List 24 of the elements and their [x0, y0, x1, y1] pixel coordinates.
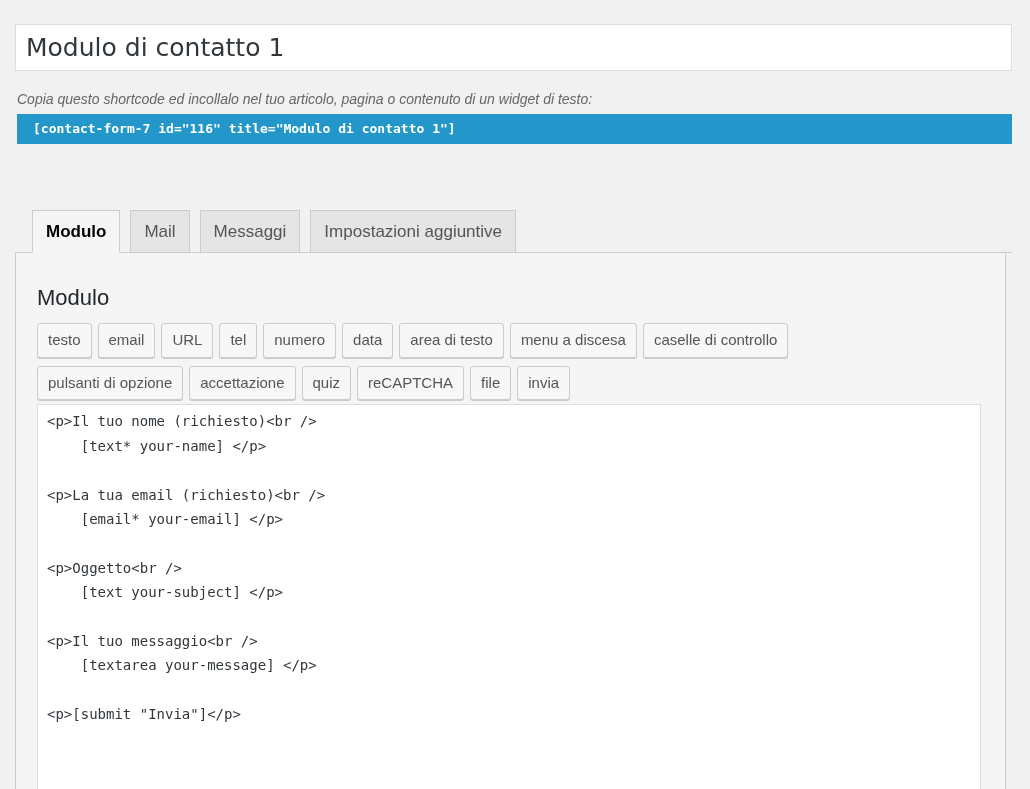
tag-button[interactable]: quiz — [301, 365, 352, 401]
tag-button[interactable]: email — [97, 323, 156, 358]
tab[interactable]: Mail — [130, 209, 190, 253]
tag-button[interactable]: accettazione — [189, 365, 296, 401]
tag-button[interactable]: URL — [161, 323, 214, 358]
tag-button[interactable]: caselle di controllo — [642, 323, 789, 358]
tab[interactable]: Impostazioni aggiuntive — [310, 209, 517, 253]
tag-button[interactable]: reCAPTCHA — [357, 365, 465, 401]
title-field[interactable]: Modulo di contatto 1 — [15, 24, 1012, 71]
tag-button[interactable]: data — [342, 323, 394, 358]
code-editor[interactable]: <p>Il tuo nome (richiesto)<br /> [text* your-name] </p> <p>La tua email (richiesto)<br /> [email* your-email] </p> <p>Oggetto<br /> [text your-subject] </p> <p>Il tuo messaggio<br /> [textarea your-message] </p> <p>[submit "Invia"]</p> — [37, 404, 981, 789]
tag-button[interactable]: tel — [219, 323, 258, 358]
tag-button[interactable]: menu a discesa — [509, 323, 637, 358]
tab[interactable]: Messaggi — [199, 209, 301, 253]
tag-button[interactable]: pulsanti di opzione — [37, 365, 184, 401]
tag-button[interactable]: testo — [37, 323, 92, 358]
tag-button[interactable]: area di testo — [399, 323, 504, 358]
tag-button[interactable]: numero — [263, 323, 337, 358]
shortcode-text: [contact-form-7 id="116" title="Modulo di contatto 1"] — [17, 114, 1012, 144]
shortcode-hint: Copia questo shortcode ed incollalo nel tuo articolo, pagina o contenuto di un widget di testo: — [17, 90, 594, 109]
tab[interactable]: Modulo — [32, 209, 121, 253]
tag-button[interactable]: file — [470, 365, 512, 401]
tag-button[interactable]: invia — [517, 365, 571, 401]
panel-heading: Modulo — [37, 285, 111, 312]
